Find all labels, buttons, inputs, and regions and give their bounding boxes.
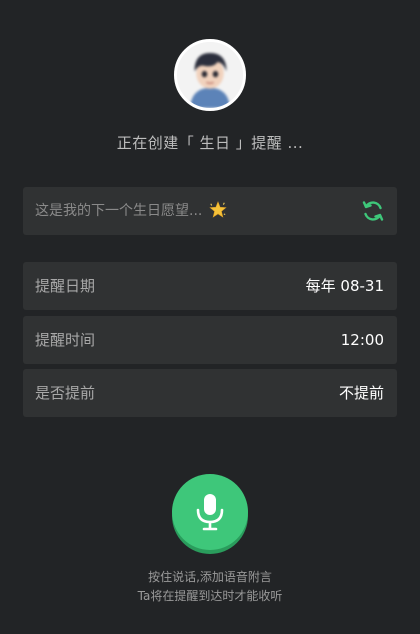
wish-text: 这是我的下一个生日愿望... bbox=[35, 203, 203, 219]
status-text: 正在创建「 生日 」提醒 ... bbox=[0, 132, 420, 153]
voice-record-button[interactable] bbox=[172, 474, 248, 550]
setting-label-date: 提醒日期 bbox=[35, 277, 96, 295]
star-icon bbox=[209, 200, 227, 218]
setting-row-date[interactable]: 提醒日期 每年 08-31 bbox=[23, 262, 397, 310]
setting-value-advance: 不提前 bbox=[338, 384, 384, 402]
wish-card[interactable]: 这是我的下一个生日愿望... bbox=[23, 187, 397, 235]
setting-value-date: 每年 08-31 bbox=[305, 277, 384, 295]
voice-hint-line2: Ta将在提醒到达时才能收听 bbox=[137, 589, 283, 603]
setting-value-time: 12:00 bbox=[340, 331, 384, 349]
status-label: 正在创建「 生日 」提醒 ... bbox=[116, 134, 304, 152]
voice-hint-line1: 按住说话,添加语音附言 bbox=[148, 570, 272, 584]
refresh-icon[interactable] bbox=[361, 199, 385, 223]
wish-text-container: 这是我的下一个生日愿望... bbox=[35, 187, 227, 235]
user-avatar-icon bbox=[177, 42, 243, 108]
setting-row-advance[interactable]: 是否提前 不提前 bbox=[23, 369, 397, 417]
setting-row-time[interactable]: 提醒时间 12:00 bbox=[23, 316, 397, 364]
setting-label-advance: 是否提前 bbox=[35, 384, 96, 402]
avatar bbox=[174, 39, 246, 111]
setting-label-time: 提醒时间 bbox=[35, 331, 96, 349]
microphone-icon bbox=[196, 494, 224, 531]
